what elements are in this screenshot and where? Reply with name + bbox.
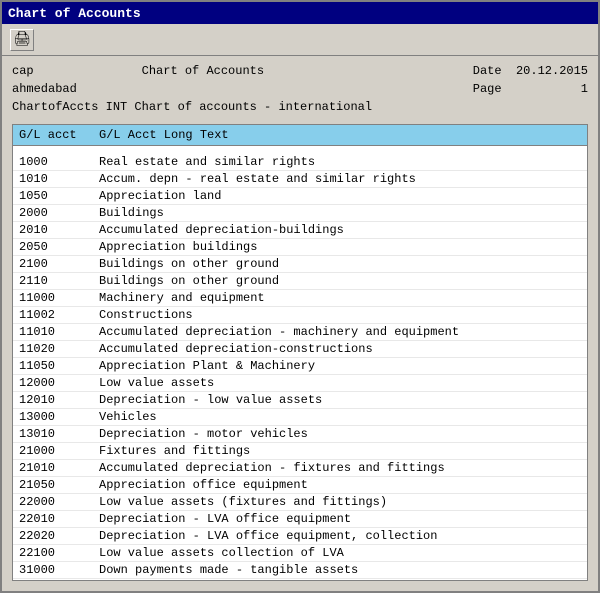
cell-acct: 21010 (19, 461, 99, 475)
table-row: 2050Appreciation buildings (13, 239, 587, 256)
cell-acct: 2100 (19, 257, 99, 271)
table-row: 11050Appreciation Plant & Machinery (13, 358, 587, 375)
table-row: 22010Depreciation - LVA office equipment (13, 511, 587, 528)
table-row: 11002Constructions (13, 307, 587, 324)
window-title: Chart of Accounts (8, 6, 141, 21)
cell-acct: 2000 (19, 206, 99, 220)
table-row: 12010Depreciation - low value assets (13, 392, 587, 409)
cell-text: Down payments made - tangible assets (99, 563, 581, 577)
cell-text: Depreciation - LVA office equipment, col… (99, 529, 581, 543)
table-row: 2010Accumulated depreciation-buildings (13, 222, 587, 239)
report-header: cap Chart of Accounts Date 20.12.2015 ah… (2, 56, 598, 120)
cell-text: Vehicles (99, 410, 581, 424)
print-icon: 🖨 (13, 31, 31, 48)
cell-acct: 11020 (19, 342, 99, 356)
table-body: 1000Real estate and similar rights1010Ac… (13, 146, 587, 580)
cell-text: Machinery and equipment (99, 291, 581, 305)
cell-acct: 22000 (19, 495, 99, 509)
table-row: 1010Accum. depn - real estate and simila… (13, 171, 587, 188)
content-area: G/L acct G/L Acct Long Text 1000Real est… (2, 120, 598, 591)
accounts-table: G/L acct G/L Acct Long Text 1000Real est… (12, 124, 588, 581)
table-row: 31000Down payments made - tangible asset… (13, 562, 587, 579)
cell-text: Depreciation - LVA office equipment (99, 512, 581, 526)
cell-text: Constructions (99, 308, 581, 322)
table-row: 13010Depreciation - motor vehicles (13, 426, 587, 443)
cell-acct: 1000 (19, 155, 99, 169)
cell-acct: 22100 (19, 546, 99, 560)
cell-acct: 2110 (19, 274, 99, 288)
cell-acct: 13000 (19, 410, 99, 424)
cell-text: Depreciation - low value assets (99, 393, 581, 407)
cell-text: Buildings (99, 206, 581, 220)
table-row: 1050Appreciation land (13, 188, 587, 205)
location: ahmedabad (12, 80, 473, 98)
cell-acct: 1010 (19, 172, 99, 186)
cell-acct: 11050 (19, 359, 99, 373)
cell-text: Fixtures and fittings (99, 444, 581, 458)
cell-text: Depreciation - motor vehicles (99, 427, 581, 441)
cell-acct: 11010 (19, 325, 99, 339)
table-row: 11000Machinery and equipment (13, 290, 587, 307)
table-row: 2100Buildings on other ground (13, 256, 587, 273)
table-row: 21050Appreciation office equipment (13, 477, 587, 494)
cell-acct: 1050 (19, 189, 99, 203)
table-row: 22100Low value assets collection of LVA (13, 545, 587, 562)
table-row: 11010Accumulated depreciation - machiner… (13, 324, 587, 341)
chart-description: ChartofAccts INT Chart of accounts - int… (12, 98, 588, 116)
cell-acct: 12010 (19, 393, 99, 407)
main-window: Chart of Accounts 🖨 cap Chart of Account… (0, 0, 600, 593)
cell-text: Accum. depn - real estate and similar ri… (99, 172, 581, 186)
cell-acct: 21050 (19, 478, 99, 492)
cell-acct: 2050 (19, 240, 99, 254)
cell-acct: 12000 (19, 376, 99, 390)
cell-acct: 21000 (19, 444, 99, 458)
cell-acct: 22010 (19, 512, 99, 526)
cell-text: Accumulated depreciation-buildings (99, 223, 581, 237)
cell-text: Appreciation Plant & Machinery (99, 359, 581, 373)
table-row: 2000Buildings (13, 205, 587, 222)
title-bar: Chart of Accounts (2, 2, 598, 24)
page-info: Page 1 (473, 80, 588, 98)
cell-acct: 11000 (19, 291, 99, 305)
cell-text: Appreciation land (99, 189, 581, 203)
cell-text: Accumulated depreciation - machinery and… (99, 325, 581, 339)
company-name: cap Chart of Accounts (12, 62, 473, 80)
cell-acct: 13010 (19, 427, 99, 441)
table-row: 21000Fixtures and fittings (13, 443, 587, 460)
cell-text: Low value assets (99, 376, 581, 390)
cell-acct: 11002 (19, 308, 99, 322)
cell-text: Low value assets (fixtures and fittings) (99, 495, 581, 509)
table-header: G/L acct G/L Acct Long Text (13, 125, 587, 146)
cell-text: Real estate and similar rights (99, 155, 581, 169)
cell-text: Appreciation office equipment (99, 478, 581, 492)
table-row: 21010Accumulated depreciation - fixtures… (13, 460, 587, 477)
table-row: 13000Vehicles (13, 409, 587, 426)
table-row: 2110Buildings on other ground (13, 273, 587, 290)
col-header-text: G/L Acct Long Text (99, 128, 581, 142)
print-button[interactable]: 🖨 (10, 29, 34, 51)
cell-text: Buildings on other ground (99, 257, 581, 271)
table-row: 12000Low value assets (13, 375, 587, 392)
cell-text: Appreciation buildings (99, 240, 581, 254)
col-header-acct: G/L acct (19, 128, 99, 142)
table-row: 31010Input tax for down payments - tangi… (13, 579, 587, 580)
cell-acct: 22020 (19, 529, 99, 543)
cell-text: Accumulated depreciation - fixtures and … (99, 461, 581, 475)
cell-acct: 2010 (19, 223, 99, 237)
cell-text: Accumulated depreciation-constructions (99, 342, 581, 356)
spacer-row (13, 146, 587, 154)
date-info: Date 20.12.2015 (473, 62, 588, 80)
table-row: 22000Low value assets (fixtures and fitt… (13, 494, 587, 511)
cell-text: Buildings on other ground (99, 274, 581, 288)
table-row: 11020Accumulated depreciation-constructi… (13, 341, 587, 358)
table-row: 1000Real estate and similar rights (13, 154, 587, 171)
cell-text: Low value assets collection of LVA (99, 546, 581, 560)
table-row: 22020Depreciation - LVA office equipment… (13, 528, 587, 545)
toolbar: 🖨 (2, 24, 598, 56)
cell-acct: 31000 (19, 563, 99, 577)
